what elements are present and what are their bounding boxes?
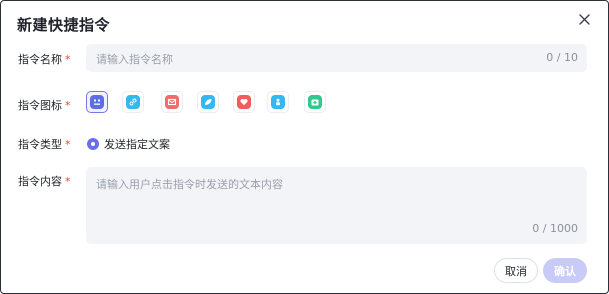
radio-selected-icon bbox=[87, 138, 99, 150]
leaf-icon bbox=[201, 95, 215, 109]
content-label: 指令内容 * bbox=[18, 173, 71, 189]
cancel-button[interactable]: 取消 bbox=[494, 258, 538, 283]
close-icon[interactable] bbox=[575, 10, 593, 28]
name-input[interactable]: 请输入指令名称 0 / 10 bbox=[86, 44, 587, 72]
heart-icon bbox=[237, 95, 251, 109]
icon-option-link[interactable] bbox=[122, 91, 144, 113]
mail-icon bbox=[165, 95, 179, 109]
type-label-text: 指令类型 bbox=[18, 138, 62, 151]
required-mark: * bbox=[65, 175, 71, 188]
icon-option-heart[interactable] bbox=[233, 91, 255, 113]
name-label-text: 指令名称 bbox=[18, 53, 62, 66]
medical-icon bbox=[308, 95, 322, 109]
icon-label-text: 指令图标 bbox=[18, 99, 62, 112]
icon-option-mail[interactable] bbox=[161, 91, 183, 113]
name-counter: 0 / 10 bbox=[546, 51, 578, 64]
type-radio-send-text[interactable]: 发送指定文案 bbox=[87, 136, 170, 152]
icon-label: 指令图标 * bbox=[18, 97, 71, 113]
content-textarea[interactable]: 请输入用户点击指令时发送的文本内容 0 / 1000 bbox=[86, 167, 587, 244]
required-mark: * bbox=[65, 138, 71, 151]
content-label-text: 指令内容 bbox=[18, 175, 62, 188]
link-icon bbox=[126, 95, 140, 109]
confirm-button[interactable]: 确认 bbox=[543, 258, 587, 283]
person-icon bbox=[271, 95, 285, 109]
create-shortcut-dialog: 新建快捷指令 指令名称 * 请输入指令名称 0 / 10 指令图标 * 指令类型… bbox=[0, 0, 609, 294]
content-placeholder: 请输入用户点击指令时发送的文本内容 bbox=[96, 178, 283, 191]
icon-option-person[interactable] bbox=[267, 91, 289, 113]
required-mark: * bbox=[65, 99, 71, 112]
icon-option-medical[interactable] bbox=[304, 91, 326, 113]
name-label: 指令名称 * bbox=[18, 51, 71, 67]
name-placeholder: 请输入指令名称 bbox=[96, 53, 173, 66]
type-option-label: 发送指定文案 bbox=[104, 138, 170, 151]
required-mark: * bbox=[65, 53, 71, 66]
icon-option-robot[interactable] bbox=[86, 91, 108, 113]
icon-option-leaf[interactable] bbox=[197, 91, 219, 113]
robot-icon bbox=[90, 95, 104, 109]
type-label: 指令类型 * bbox=[18, 136, 71, 152]
content-counter: 0 / 1000 bbox=[532, 222, 578, 235]
dialog-title: 新建快捷指令 bbox=[17, 16, 111, 34]
